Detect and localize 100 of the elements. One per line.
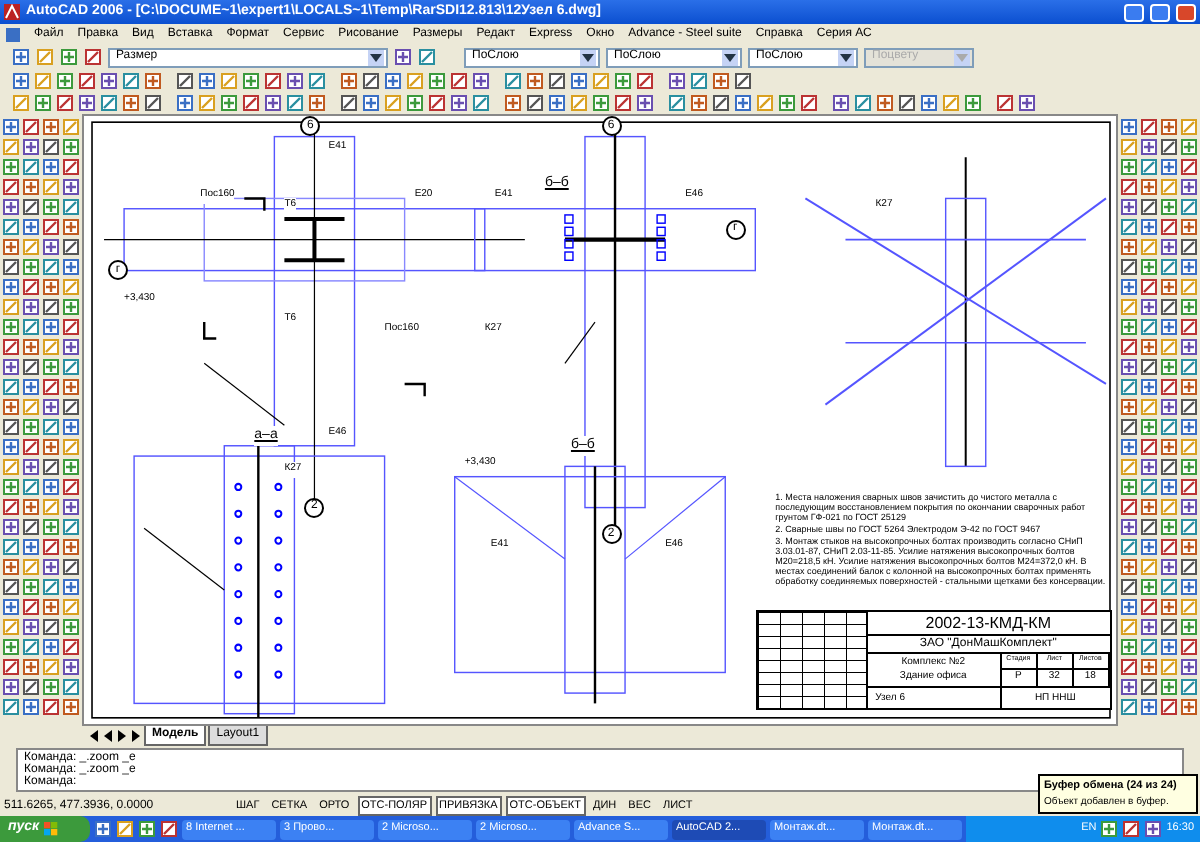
tool-icon[interactable] xyxy=(62,418,80,436)
tool-icon[interactable] xyxy=(1140,138,1158,156)
tool-icon[interactable] xyxy=(12,72,30,90)
tool-icon[interactable] xyxy=(62,198,80,216)
tool-icon[interactable] xyxy=(62,358,80,376)
tool-icon[interactable] xyxy=(22,118,40,136)
tool-icon[interactable] xyxy=(1140,578,1158,596)
tool-icon[interactable] xyxy=(42,158,60,176)
tool-icon[interactable] xyxy=(1140,338,1158,356)
tool-icon[interactable] xyxy=(1180,638,1198,656)
tool-icon[interactable] xyxy=(1120,358,1138,376)
tool-icon[interactable] xyxy=(22,658,40,676)
close-button[interactable] xyxy=(1176,3,1196,21)
tool-icon[interactable] xyxy=(1140,538,1158,556)
tool-icon[interactable] xyxy=(242,94,260,112)
tool-icon[interactable] xyxy=(1140,658,1158,676)
tool-icon[interactable] xyxy=(1140,278,1158,296)
tool-icon[interactable] xyxy=(2,178,20,196)
tool-icon[interactable] xyxy=(1140,358,1158,376)
tool-icon[interactable] xyxy=(62,258,80,276)
tool-icon[interactable] xyxy=(898,94,916,112)
tool-icon[interactable] xyxy=(1120,238,1138,256)
tool-icon[interactable] xyxy=(2,438,20,456)
tool-icon[interactable] xyxy=(264,94,282,112)
tool-icon[interactable] xyxy=(1180,198,1198,216)
tool-icon[interactable] xyxy=(1120,158,1138,176)
tool-icon[interactable] xyxy=(1160,618,1178,636)
tool-icon[interactable] xyxy=(2,418,20,436)
tool-icon[interactable] xyxy=(1140,178,1158,196)
tool-icon[interactable] xyxy=(2,258,20,276)
tool-icon[interactable] xyxy=(62,138,80,156)
tool-icon[interactable] xyxy=(712,94,730,112)
tool-icon[interactable] xyxy=(1160,378,1178,396)
tool-icon[interactable] xyxy=(1140,518,1158,536)
tool-icon[interactable] xyxy=(2,198,20,216)
tool-icon[interactable] xyxy=(1180,358,1198,376)
tool-icon[interactable] xyxy=(308,72,326,90)
tool-icon[interactable] xyxy=(22,678,40,696)
tool-icon[interactable] xyxy=(176,72,194,90)
tool-icon[interactable] xyxy=(2,278,20,296)
tool-icon[interactable] xyxy=(504,72,522,90)
tool-icon[interactable] xyxy=(198,72,216,90)
tool-icon[interactable] xyxy=(308,94,326,112)
tool-icon[interactable] xyxy=(1120,258,1138,276)
tool-icon[interactable] xyxy=(22,478,40,496)
tool-icon[interactable] xyxy=(2,658,20,676)
tool-icon[interactable] xyxy=(1160,298,1178,316)
tool-icon[interactable] xyxy=(62,498,80,516)
tool-icon[interactable] xyxy=(62,638,80,656)
tool-icon[interactable] xyxy=(1120,318,1138,336)
tool-icon[interactable] xyxy=(1180,178,1198,196)
tool-icon[interactable] xyxy=(1140,198,1158,216)
tool-icon[interactable] xyxy=(996,94,1014,112)
tool-icon[interactable] xyxy=(62,578,80,596)
tool-icon[interactable] xyxy=(2,558,20,576)
tool-icon[interactable] xyxy=(286,94,304,112)
tool-icon[interactable] xyxy=(176,94,194,112)
tool-icon[interactable] xyxy=(62,558,80,576)
tool-icon[interactable] xyxy=(1160,538,1178,556)
tool-icon[interactable] xyxy=(526,72,544,90)
tool-icon[interactable] xyxy=(472,72,490,90)
tool-icon[interactable] xyxy=(2,638,20,656)
tool-icon[interactable] xyxy=(22,258,40,276)
tool-icon[interactable] xyxy=(1120,418,1138,436)
tool-icon[interactable] xyxy=(1140,118,1158,136)
tool-icon[interactable] xyxy=(22,358,40,376)
tool-icon[interactable] xyxy=(62,298,80,316)
tool-icon[interactable] xyxy=(1140,378,1158,396)
tool-icon[interactable] xyxy=(450,94,468,112)
tool-icon[interactable] xyxy=(62,458,80,476)
tool-icon[interactable] xyxy=(1140,618,1158,636)
tool-icon[interactable] xyxy=(22,418,40,436)
tool-icon[interactable] xyxy=(22,318,40,336)
tool-icon[interactable] xyxy=(1180,538,1198,556)
tool-icon[interactable] xyxy=(42,398,60,416)
tool-icon[interactable] xyxy=(1160,438,1178,456)
tool-icon[interactable] xyxy=(42,238,60,256)
tool-icon[interactable] xyxy=(1180,458,1198,476)
tool-icon[interactable] xyxy=(2,518,20,536)
tool-icon[interactable] xyxy=(1180,578,1198,596)
tool-icon[interactable] xyxy=(42,318,60,336)
tool-icon[interactable] xyxy=(636,72,654,90)
tool-icon[interactable] xyxy=(1120,578,1138,596)
tool-icon[interactable] xyxy=(138,820,156,838)
tool-icon[interactable] xyxy=(1140,498,1158,516)
tool-icon[interactable] xyxy=(2,498,20,516)
tool-icon[interactable] xyxy=(1140,458,1158,476)
tool-icon[interactable] xyxy=(1140,258,1158,276)
tool-icon[interactable] xyxy=(636,94,654,112)
tool-icon[interactable] xyxy=(1160,278,1178,296)
tool-icon[interactable] xyxy=(42,378,60,396)
tool-icon[interactable] xyxy=(1160,138,1178,156)
tool-icon[interactable] xyxy=(62,398,80,416)
tool-icon[interactable] xyxy=(450,72,468,90)
minimize-button[interactable] xyxy=(1124,3,1144,21)
tool-icon[interactable] xyxy=(614,94,632,112)
tool-icon[interactable] xyxy=(1018,94,1036,112)
tool-icon[interactable] xyxy=(384,72,402,90)
tool-icon[interactable] xyxy=(22,438,40,456)
tool-icon[interactable] xyxy=(406,94,424,112)
